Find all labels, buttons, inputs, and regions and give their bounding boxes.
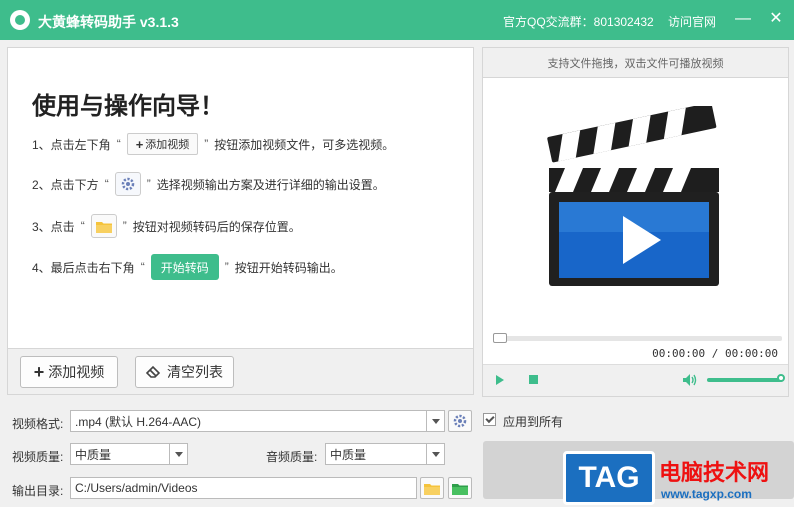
plus-icon: + <box>135 136 144 152</box>
video-quality-value: 中质量 <box>75 447 112 462</box>
guide-step-3: 3、点击 “ ” 按钮对视频转码后的保存位置。 <box>32 213 301 239</box>
quote-open: “ <box>116 137 121 151</box>
apply-all-checkbox[interactable] <box>483 413 496 426</box>
preview-hint: 支持文件拖拽，双击文件可播放视频 <box>483 48 788 78</box>
qq-group-text: 官方QQ交流群：801302432 <box>503 15 654 29</box>
settings-gear-icon <box>114 172 141 196</box>
volume-track[interactable] <box>707 378 783 382</box>
audio-quality-select[interactable]: 中质量 <box>325 443 445 465</box>
volume-slider-handle[interactable] <box>777 374 785 382</box>
output-dir-label: 输出目录: <box>12 484 64 498</box>
progress-track[interactable] <box>495 336 782 341</box>
watermark: TAG 电脑技术网 www.tagxp.com <box>563 451 789 505</box>
video-format-label: 视频格式: <box>12 417 64 431</box>
mini-add-video-label: 添加视频 <box>145 139 190 151</box>
quote-close: ” <box>146 177 151 191</box>
folder-icon <box>90 214 117 238</box>
volume-icon[interactable] <box>683 374 697 386</box>
open-folder-icon <box>452 483 468 495</box>
video-quality-label: 视频质量: <box>12 450 64 464</box>
preview-panel: 支持文件拖拽，双击文件可播放视频 00:00:00 / 00:00:00 <box>482 47 789 397</box>
minimize-button[interactable]: — <box>733 9 753 29</box>
video-format-value: .mp4 (默认 H.264-AAC) <box>75 414 202 429</box>
video-quality-select[interactable]: 中质量 <box>70 443 188 465</box>
quote-open: “ <box>140 260 145 274</box>
apply-all-label: 应用到所有 <box>503 415 564 429</box>
app-title: 大黄蜂转码助手 v3.1.3 <box>38 14 179 30</box>
gear-icon <box>453 414 467 428</box>
guide-step-2: 2、点击下方 “ ” 选择视频输出方案及进行详细的输出设置。 <box>32 171 385 197</box>
clear-list-label: 清空列表 <box>167 364 223 380</box>
guide-step-1: 1、点击左下角 “ + 添加视频 ” 按钮添加视频文件，可多选视频。 <box>32 131 394 157</box>
quote-open: “ <box>80 219 85 233</box>
chevron-down-icon <box>169 444 187 464</box>
add-video-button[interactable]: + 添加视频 <box>20 356 118 388</box>
folder-icon <box>424 483 440 495</box>
output-dir-value: C:/Users/admin/Videos <box>75 481 198 495</box>
step1-prefix: 1、点击左下角 <box>32 137 111 152</box>
plus-icon: + <box>33 361 45 382</box>
stop-icon[interactable] <box>529 375 538 384</box>
mini-start-convert-button: 开始转码 <box>150 254 219 280</box>
quote-close: ” <box>224 260 229 274</box>
audio-quality-value: 中质量 <box>330 447 367 462</box>
chevron-down-icon <box>426 444 444 464</box>
video-format-select[interactable]: .mp4 (默认 H.264-AAC) <box>70 410 445 432</box>
step4-suffix: 按钮开始转码输出。 <box>234 260 343 275</box>
play-icon[interactable] <box>496 375 504 385</box>
visit-website-link[interactable]: 访问官网 <box>668 13 716 30</box>
watermark-url: www.tagxp.com <box>661 487 752 501</box>
eraser-icon <box>146 365 161 378</box>
step2-prefix: 2、点击下方 <box>32 177 99 192</box>
guide-step-4: 4、最后点击右下角 “ 开始转码 ” 按钮开始转码输出。 <box>32 254 343 280</box>
quote-close: ” <box>122 219 127 233</box>
audio-quality-label: 音频质量: <box>266 450 318 464</box>
step3-prefix: 3、点击 <box>32 219 75 234</box>
quote-close: ” <box>204 137 209 151</box>
guide-title: 使用与操作向导！ <box>32 93 224 120</box>
player-controls <box>483 364 788 396</box>
bee-logo-icon <box>10 10 30 30</box>
step4-prefix: 4、最后点击右下角 <box>32 260 135 275</box>
time-readout: 00:00:00 / 00:00:00 <box>652 347 778 360</box>
step3-suffix: 按钮对视频转码后的保存位置。 <box>132 219 301 234</box>
title-bar: 大黄蜂转码助手 v3.1.3 官方QQ交流群：801302432 访问官网 — … <box>0 0 794 40</box>
format-settings-button[interactable] <box>448 410 472 432</box>
output-dir-input[interactable]: C:/Users/admin/Videos <box>70 477 417 499</box>
watermark-site-name: 电脑技术网 <box>659 460 770 485</box>
close-button[interactable]: ✕ <box>766 9 786 29</box>
mini-add-video-button: + 添加视频 <box>126 133 199 155</box>
add-video-label: 添加视频 <box>48 364 105 380</box>
step1-suffix: 按钮添加视频文件，可多选视频。 <box>214 137 395 152</box>
clear-list-button[interactable]: 清空列表 <box>135 356 234 388</box>
step2-suffix: 选择视频输出方案及进行详细的输出设置。 <box>156 177 385 192</box>
progress-slider-handle[interactable] <box>493 333 507 343</box>
browse-folder-button[interactable] <box>420 477 444 499</box>
action-bar: + 添加视频 清空列表 <box>7 349 474 395</box>
guide-panel: 使用与操作向导！ 1、点击左下角 “ + 添加视频 ” 按钮添加视频文件，可多选视… <box>7 47 474 349</box>
chevron-down-icon <box>426 411 444 431</box>
clapperboard-icon <box>547 106 719 286</box>
watermark-tag-logo: TAG <box>563 451 655 505</box>
quote-open: “ <box>104 177 109 191</box>
open-folder-button[interactable] <box>448 477 472 499</box>
